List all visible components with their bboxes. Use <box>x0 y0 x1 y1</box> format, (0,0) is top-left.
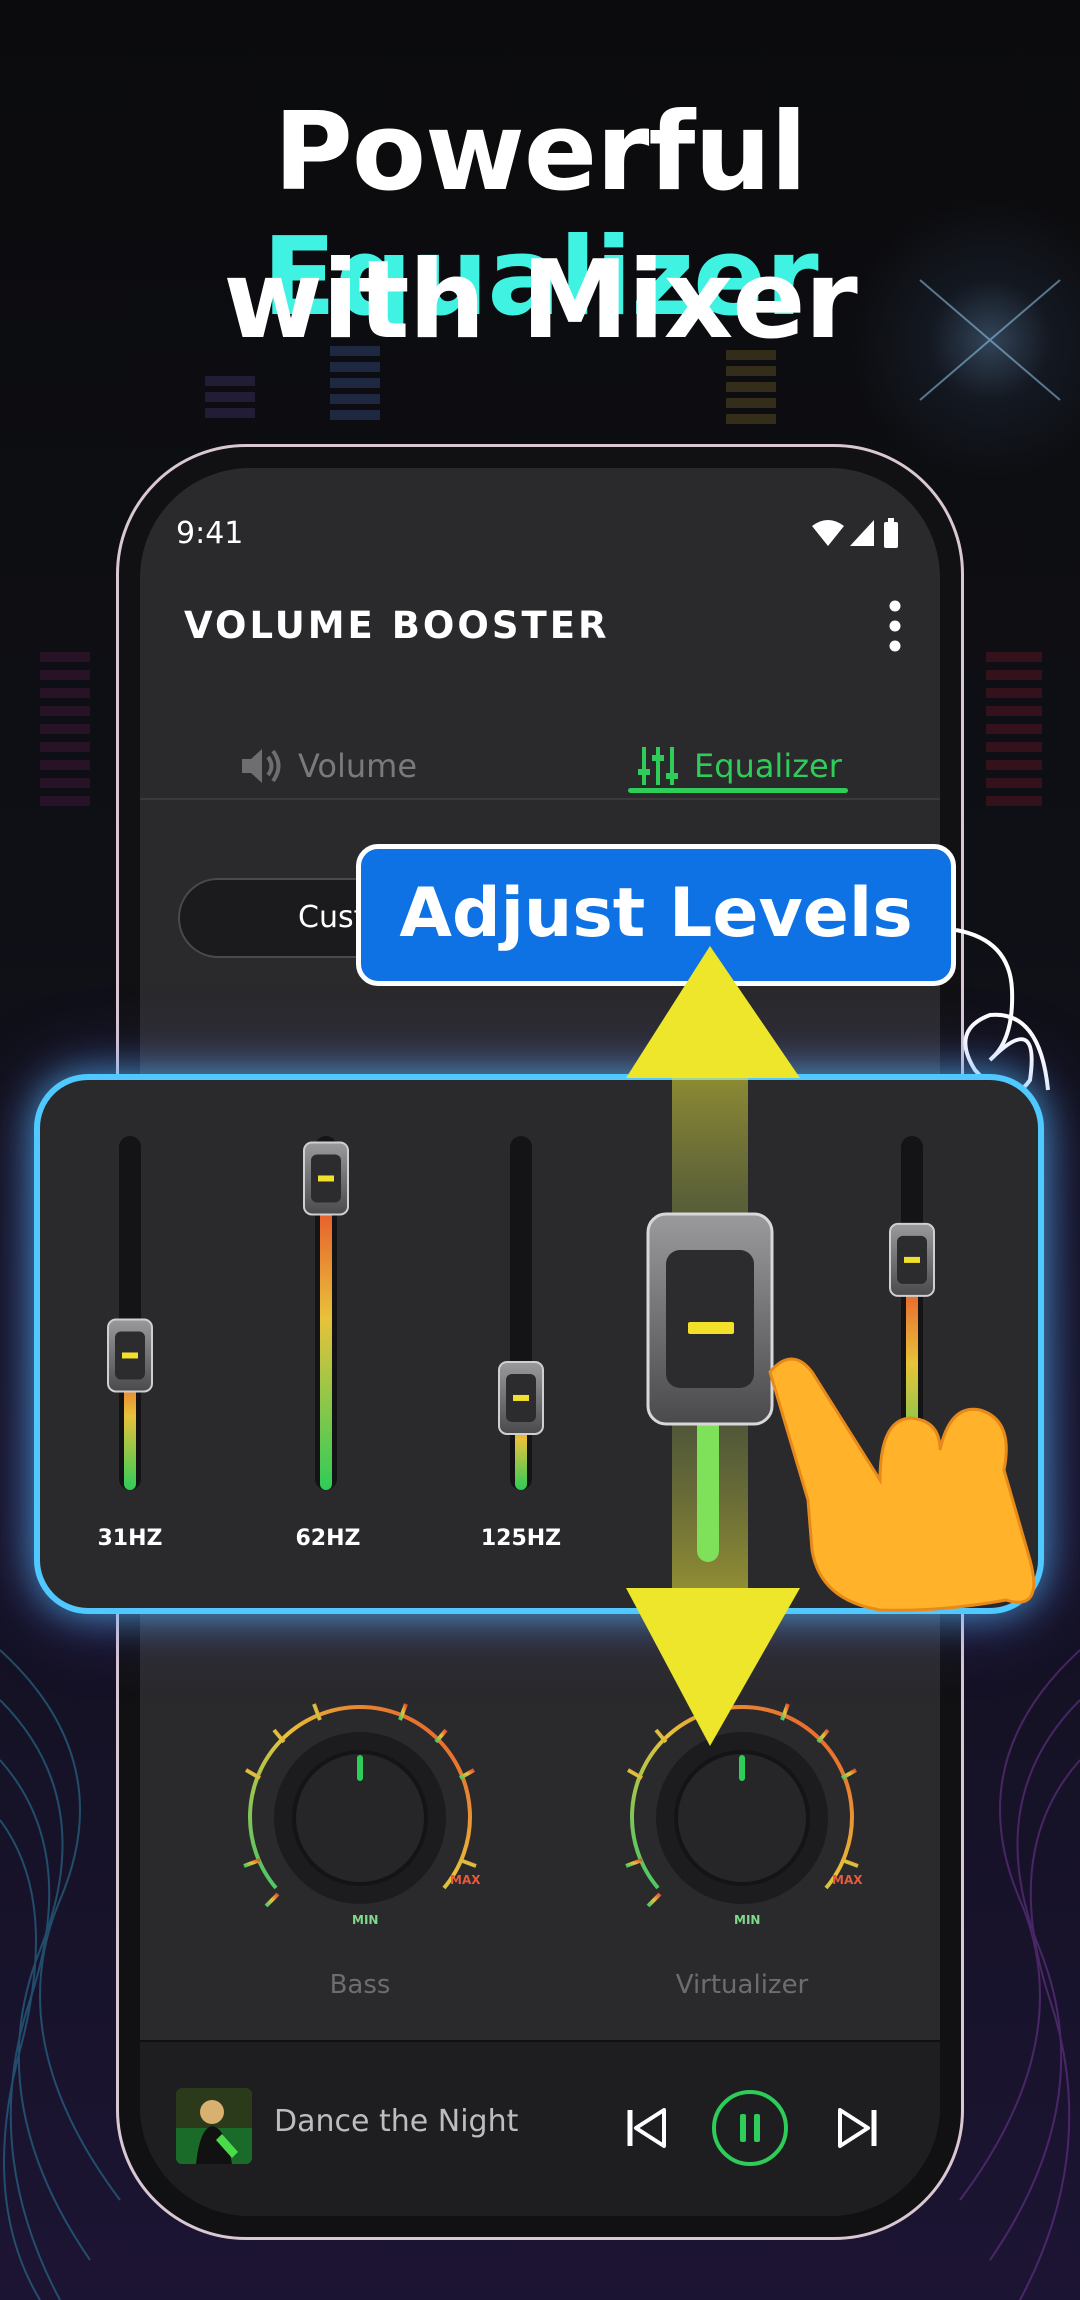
arrow-up-icon <box>626 946 800 1078</box>
arrow-down-icon <box>626 1588 800 1746</box>
gesture-overlay <box>626 946 1036 1746</box>
pointing-hand-icon <box>768 1357 1036 1612</box>
big-slider-handle <box>646 1212 774 1426</box>
